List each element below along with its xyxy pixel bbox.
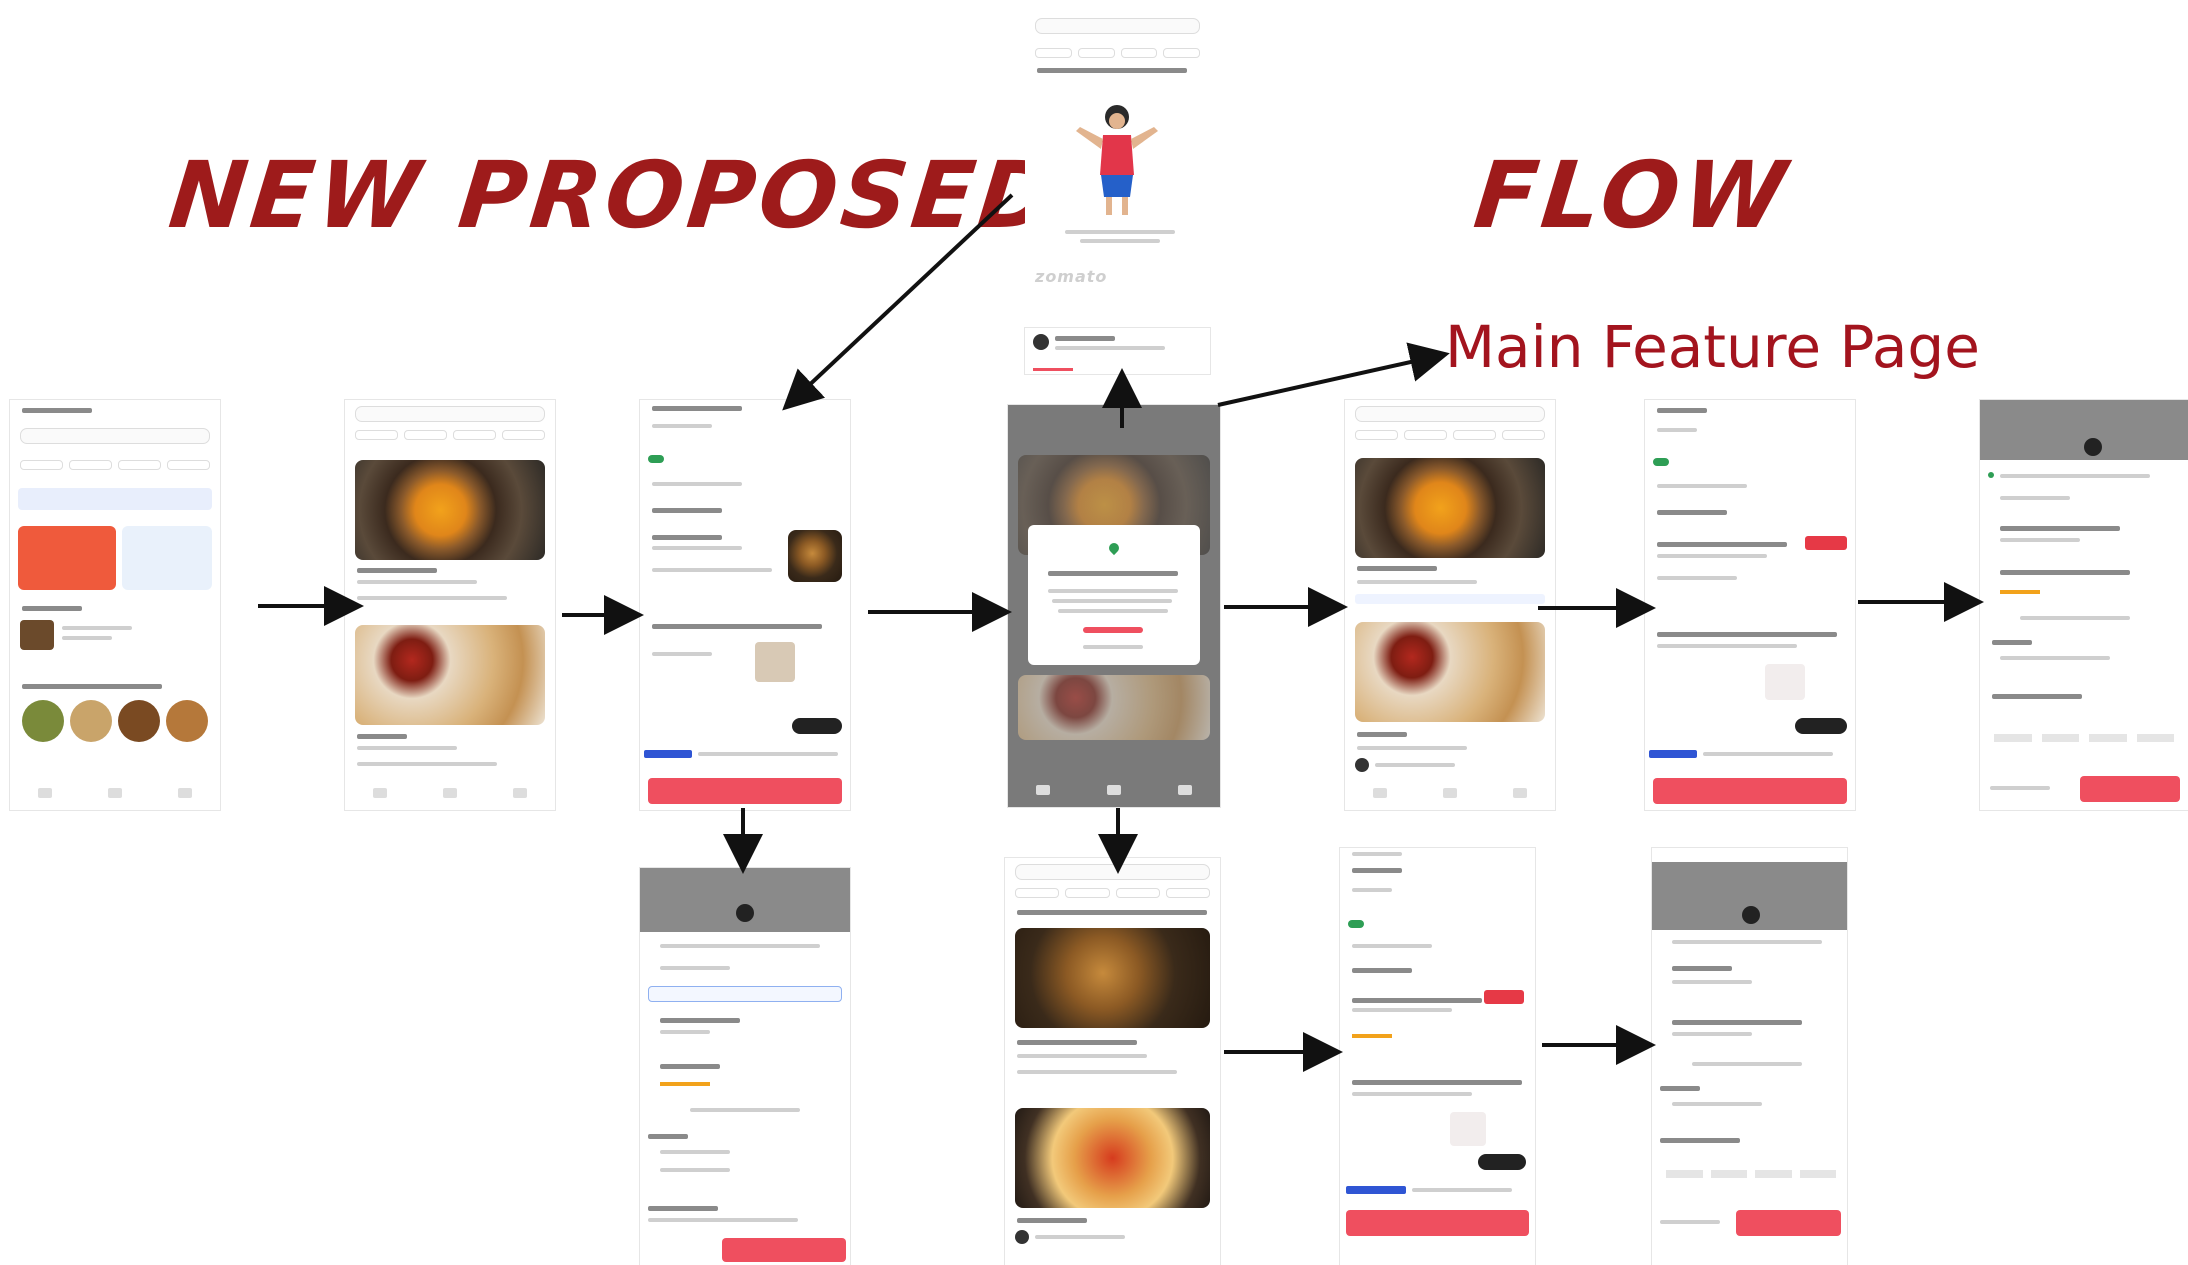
flow-arrow [782, 193, 1014, 411]
flow-arrow [1217, 342, 1450, 407]
flow-arrows [258, 193, 1984, 1072]
